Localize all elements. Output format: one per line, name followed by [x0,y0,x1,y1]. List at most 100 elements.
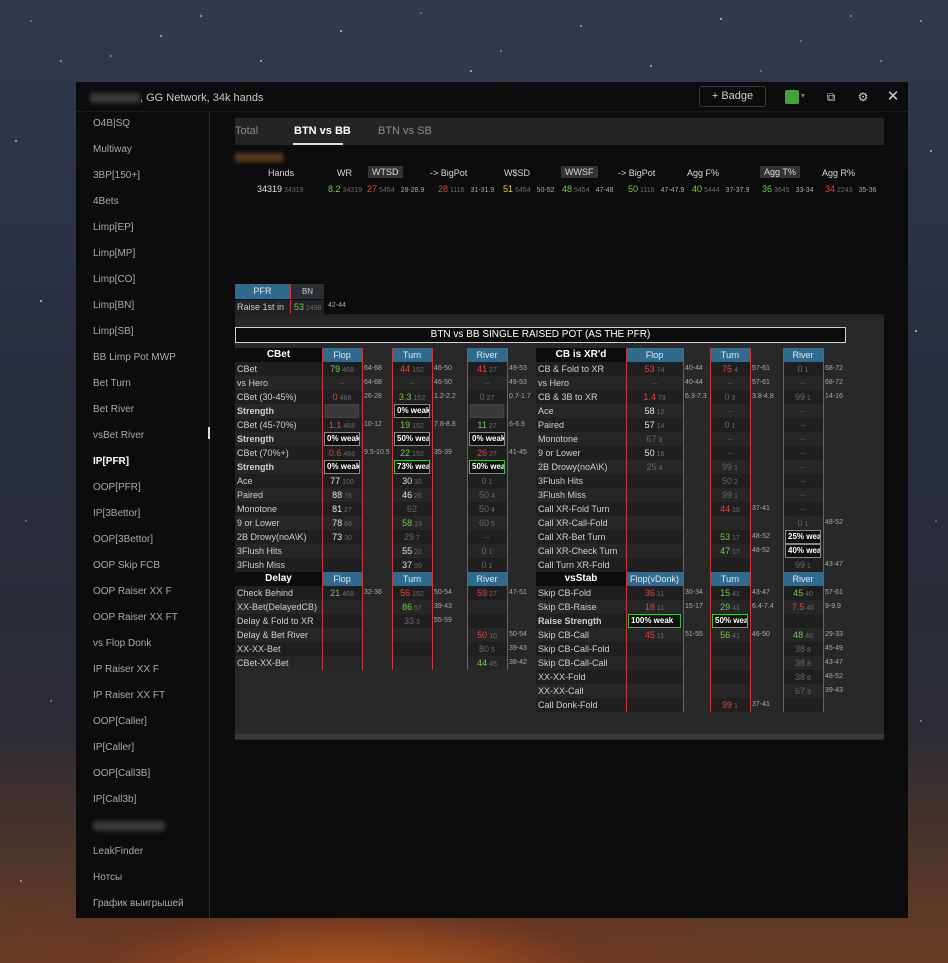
stat-value: 59 [477,588,488,598]
column-separator [750,572,751,712]
xr-value-cell: -- [783,446,823,460]
sample-size: 27 [486,395,495,402]
sidebar-item[interactable]: Multiway [93,144,132,155]
vsstab-stat-range: 46-50 [752,631,770,638]
sidebar-item[interactable]: График выигрышей [93,898,184,909]
sidebar-item[interactable]: OOP[Caller] [93,716,147,727]
sidebar-item[interactable]: OOP[PFR] [93,482,141,493]
summary-header: Agg R% [822,168,856,178]
summary-value-bp2: 50 1116 47-47.9 [628,184,684,194]
summary-value-aggt: 36 3645 33-34 [762,184,814,194]
delay-header: Delay [235,572,322,586]
cbet-value-cell: 26 27 [467,446,507,460]
star [915,330,917,332]
xr-strength-bar: 40% weak [785,544,821,558]
xr-row-label: CB & 3B to XR [538,392,598,402]
xr-value-cell: 01 [710,418,750,432]
stat-value: 56 [720,630,731,640]
cbet-value-cell: 46 26 [392,488,432,502]
sidebar-item[interactable]: IP[3Bettor] [93,508,140,519]
star [935,520,937,522]
sample-size: 4 [491,493,495,500]
chevron-down-icon[interactable]: ▾ [801,91,805,100]
xr-value-cell: -- [783,432,823,446]
star [470,70,472,72]
summary-value-aggf: 40 5444 37-37.9 [692,184,749,194]
add-badge-button[interactable]: + Badge [699,86,766,107]
pfr-tab[interactable]: PFR [235,284,290,299]
cbet-value-cell: 0.6 468 [322,446,362,460]
cbet-col-f: Flop [322,348,362,362]
color-swatch-button[interactable] [785,90,799,104]
gear-icon[interactable]: ⚙ [856,90,870,104]
active-tab-underline [293,143,343,145]
sidebar-item[interactable]: IP[PFR] [93,456,129,467]
sidebar-item[interactable]: Limp[MP] [93,248,135,259]
xr-value-cell: -- [710,446,750,460]
sample-size: 26 [414,493,422,500]
sidebar-item[interactable]: Limp[BN] [93,300,134,311]
xr-row-label: Call Turn XR-Fold [538,560,610,570]
tab-total[interactable]: Total [235,125,258,137]
stat-value: 50 [644,448,655,458]
sample-size: 468 [342,591,354,598]
sidebar-item[interactable]: OOP[Call3B] [93,768,150,779]
sidebar-item[interactable]: IP Raiser XX FT [93,690,165,701]
sidebar-item[interactable]: vs Flop Donk [93,638,151,649]
sidebar-item[interactable]: Limp[EP] [93,222,134,233]
copy-icon[interactable]: ⧉ [824,90,838,104]
sample-size: 16 [732,507,740,514]
xr-value-cell: 99 1 [710,488,750,502]
sample-size: 5454 [574,187,590,194]
sidebar-item[interactable]: Bet Turn [93,378,131,389]
sidebar-item[interactable]: Limp[SB] [93,326,134,337]
stat-value: -- [727,448,733,458]
vsstab-row-label: Skip CB-Raise [538,602,597,612]
sidebar-item[interactable]: OOP Raiser XX FT [93,612,178,623]
sidebar-item[interactable]: 3BP[150+] [93,170,140,181]
grid-scrollbar[interactable] [235,734,884,739]
cbet-value-cell: 60 5 [467,516,507,530]
sidebar-item[interactable]: IP[Caller] [93,742,134,753]
star [15,140,17,142]
sidebar-item[interactable]: O4B|SQ [93,118,130,129]
delay-stat-range: 55-59 [434,617,452,624]
sidebar-item[interactable]: Limp[CO] [93,274,135,285]
tab-btn-vs-bb[interactable]: BTN vs BB [294,125,351,137]
column-separator [362,572,363,670]
sidebar-item[interactable]: Нотсы [93,872,122,883]
raise-first-in-label: Raise 1st in [235,300,290,314]
blurred-label [235,153,283,162]
summary-value-hands: 34319 34319 [257,184,304,194]
sidebar-item[interactable]: 4Bets [93,196,119,207]
stat-value: 0 [481,560,487,570]
sidebar-item[interactable]: LeakFinder [93,846,143,857]
vsstab-value-cell: 7.5 40 [783,600,823,614]
row-background [710,684,750,698]
close-icon[interactable]: ✕ [886,89,900,104]
sidebar-item[interactable]: IP Raiser XX F [93,664,159,675]
sidebar-item[interactable]: IP[Call3b] [93,794,136,805]
sidebar-item[interactable]: Bet River [93,404,134,415]
xr-stat-range: 48-52 [752,533,770,540]
tab-btn-vs-sb[interactable]: BTN vs SB [378,125,432,137]
sample-size: 1 [734,703,738,710]
cbet-value-cell: 41 27 [467,362,507,376]
cbet-value-cell: -- [392,376,432,390]
sidebar-item[interactable]: OOP Raiser XX F [93,586,172,597]
stat-value: 46 [402,490,413,500]
cbet-stat-range: 46-50 [434,365,452,372]
summary-header: -> BigPot [430,168,468,178]
star [110,55,112,57]
sidebar-item[interactable]: vsBet River [93,430,144,441]
vsstab-value-cell: 38 8 [783,656,823,670]
stat-value: -- [409,378,415,388]
sidebar-item[interactable]: OOP Skip FCB [93,560,160,571]
summary-header: -> BigPot [618,168,656,178]
sample-size: 17 [732,535,740,542]
stat-range: 47-47.9 [660,187,685,194]
sidebar-item[interactable]: BB Limp Pot MWP [93,352,176,363]
stat-value: 45 [793,588,804,598]
bn-tab[interactable]: BN [290,284,324,299]
sidebar-item[interactable]: OOP[3Bettor] [93,534,153,545]
